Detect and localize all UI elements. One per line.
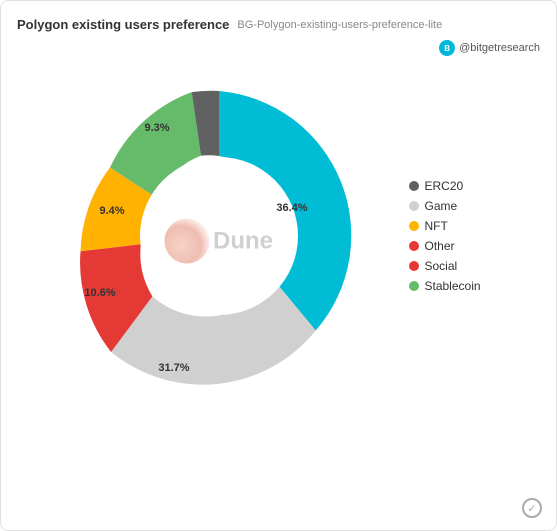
chart-area: 36.4% 31.7% 10.6% 9.4% 9.3% Dune [17, 66, 540, 406]
chart-subtitle: BG-Polygon-existing-users-preference-lit… [237, 19, 442, 31]
legend-dot-erc20 [409, 181, 419, 191]
label-stablecoin: 9.3% [144, 122, 169, 134]
legend-label-nft: NFT [425, 219, 448, 233]
legend-item-social: Social [409, 259, 509, 273]
legend-label-stablecoin: Stablecoin [425, 279, 481, 293]
legend-item-game: Game [409, 199, 509, 213]
author-name: @bitgetresearch [459, 42, 540, 54]
legend-dot-stablecoin [409, 281, 419, 291]
donut-hole [140, 157, 298, 315]
legend-label-erc20: ERC20 [425, 179, 464, 193]
legend-label-social: Social [425, 259, 458, 273]
legend-label-other: Other [425, 239, 455, 253]
legend-label-game: Game [425, 199, 458, 213]
card: Polygon existing users preference BG-Pol… [0, 0, 557, 531]
legend-item-erc20: ERC20 [409, 179, 509, 193]
donut-svg: 36.4% 31.7% 10.6% 9.4% 9.3% [49, 66, 389, 406]
author-avatar: B [439, 40, 455, 56]
legend-item-stablecoin: Stablecoin [409, 279, 509, 293]
legend-dot-social [409, 261, 419, 271]
legend-dot-nft [409, 221, 419, 231]
label-nft: 9.4% [99, 205, 124, 217]
label-game: 31.7% [158, 362, 189, 374]
label-social: 10.6% [84, 287, 115, 299]
author-info: B @bitgetresearch [439, 40, 540, 56]
header: Polygon existing users preference BG-Pol… [17, 17, 540, 56]
label-erc20: 36.4% [276, 202, 307, 214]
donut-chart: 36.4% 31.7% 10.6% 9.4% 9.3% Dune [49, 66, 389, 406]
check-icon: ✓ [522, 498, 542, 518]
chart-title: Polygon existing users preference [17, 17, 229, 32]
legend-item-other: Other [409, 239, 509, 253]
legend-dot-game [409, 201, 419, 211]
legend: ERC20 Game NFT Other Social Stablecoin [409, 179, 509, 293]
legend-dot-other [409, 241, 419, 251]
legend-item-nft: NFT [409, 219, 509, 233]
